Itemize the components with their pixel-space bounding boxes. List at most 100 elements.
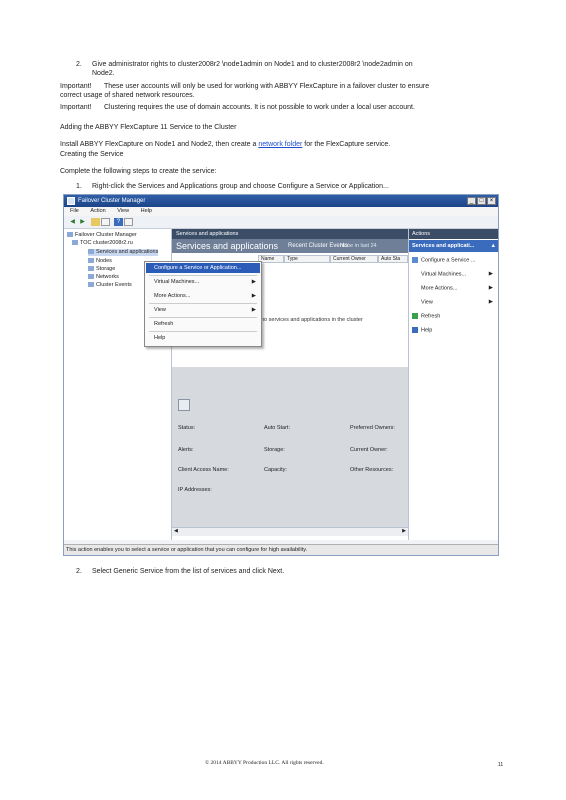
action-configure-service[interactable]: Configure a Service ...: [412, 257, 475, 264]
forward-icon[interactable]: ▶: [78, 218, 87, 226]
app-icon: [67, 197, 75, 205]
ctx-separator: [149, 275, 257, 276]
submenu-arrow-icon: ▶: [488, 285, 493, 291]
list-view-icon[interactable]: [101, 218, 110, 226]
tree-item-label: Services and applications: [96, 249, 159, 255]
step2-number: 2.: [76, 61, 82, 68]
horizontal-scrollbar[interactable]: ◀ ▶: [172, 527, 408, 536]
action-help[interactable]: Help: [412, 327, 432, 334]
important-text-1: These user accounts will only be used fo…: [104, 83, 430, 90]
tree-cluster-label: TOC cluster2008r2.ru: [80, 240, 133, 246]
context-menu: Configure a Service or Application... Vi…: [144, 261, 262, 347]
ctx-configure-service[interactable]: Configure a Service or Application...: [146, 263, 260, 273]
install-text-post: for the FlexCapture service.: [304, 141, 391, 148]
tree-root[interactable]: Failover Cluster Manager: [67, 232, 137, 239]
cluster-icon: [72, 240, 78, 246]
actions-pane: Actions Services and applicati... ▲ Confi…: [409, 229, 498, 540]
nodes-icon: [88, 258, 94, 264]
submenu-arrow-icon: ▶: [251, 293, 256, 299]
scroll-right-icon[interactable]: ▶: [402, 528, 406, 534]
step1-text: Right-click the Services and Application…: [92, 183, 389, 190]
tree-item-label: Cluster Events: [96, 282, 132, 288]
recent-events-none: None in last 24: [340, 243, 377, 249]
tree-item-services-and-applications[interactable]: Services and applications: [88, 249, 159, 256]
copyright-footer: © 2014 ABBYY Production LLC. All rights …: [205, 760, 324, 766]
action-virtual-machines[interactable]: Virtual Machines... ▶: [412, 271, 497, 278]
storage-icon: [88, 266, 94, 272]
window-title-bar: Failover Cluster Manager _ □ ×: [64, 195, 498, 207]
tree-item-storage[interactable]: Storage: [88, 266, 115, 273]
tree-item-networks[interactable]: Networks: [88, 274, 119, 281]
ctx-help[interactable]: Help: [146, 333, 260, 343]
detail-status: Status:: [178, 425, 196, 431]
action-label: Configure a Service ...: [421, 257, 476, 264]
detail-alerts: Alerts:: [178, 447, 194, 453]
blank-icon: [412, 285, 418, 291]
menu-help[interactable]: Help: [141, 208, 152, 214]
actions-subheader[interactable]: Services and applicati... ▲: [409, 240, 498, 252]
important-label-2: Important!: [60, 104, 92, 111]
ctx-label: More Actions...: [154, 293, 191, 299]
maximize-button[interactable]: □: [477, 197, 486, 205]
ctx-more-actions[interactable]: More Actions... ▶: [146, 291, 260, 301]
window-title: Failover Cluster Manager: [78, 198, 146, 204]
column-current-owner[interactable]: Current Owner: [330, 255, 378, 263]
install-text-pre: Install ABBYY FlexCapture on Node1 and N…: [60, 141, 257, 148]
empty-list-message: no services and applications in the clus…: [261, 317, 363, 323]
menu-view[interactable]: View: [117, 208, 129, 214]
network-folder-link[interactable]: network folder: [258, 141, 302, 148]
service-icon: [178, 399, 190, 411]
detail-other-resources: Other Resources:: [350, 467, 394, 473]
tree-item-nodes[interactable]: Nodes: [88, 258, 112, 265]
close-button[interactable]: ×: [487, 197, 496, 205]
page-number: 11: [498, 762, 504, 768]
ctx-refresh[interactable]: Refresh: [146, 319, 260, 329]
properties-icon[interactable]: [124, 218, 133, 226]
action-label: Refresh: [421, 313, 441, 320]
ctx-view[interactable]: View ▶: [146, 305, 260, 315]
ctx-separator: [149, 331, 257, 332]
back-icon[interactable]: ◀: [68, 218, 77, 226]
column-type[interactable]: Type: [284, 255, 330, 263]
toolbar: ◀ ▶ ?: [64, 216, 498, 229]
step2b-text: Select Generic Service from the list of …: [92, 568, 285, 575]
collapse-icon[interactable]: ▲: [491, 240, 496, 252]
tree-cluster[interactable]: TOC cluster2008r2.ru: [72, 240, 133, 247]
submenu-arrow-icon: ▶: [251, 307, 256, 313]
actions-subheader-label: Services and applicati...: [412, 243, 475, 249]
complete-steps-text: Complete the following steps to create t…: [60, 168, 217, 175]
action-more-actions[interactable]: More Actions... ▶: [412, 285, 497, 292]
help-icon[interactable]: ?: [114, 218, 123, 226]
column-auto-start[interactable]: Auto Sta: [378, 255, 408, 263]
tree-item-cluster-events[interactable]: Cluster Events: [88, 282, 132, 289]
center-header: Services and applications: [172, 229, 408, 239]
ctx-label: Virtual Machines...: [154, 279, 200, 285]
menu-file[interactable]: File: [70, 208, 79, 214]
folder-icon[interactable]: [91, 218, 100, 226]
action-refresh[interactable]: Refresh: [412, 313, 440, 320]
minimize-button[interactable]: _: [467, 197, 476, 205]
step2b-number: 2.: [76, 568, 82, 575]
ctx-virtual-machines[interactable]: Virtual Machines... ▶: [146, 277, 260, 287]
detail-capacity: Capacity:: [264, 467, 287, 473]
step2-text: Give administrator rights to cluster2008…: [92, 61, 413, 68]
scroll-left-icon[interactable]: ◀: [174, 528, 178, 534]
important-text-1-cont: correct usage of shared network resource…: [60, 92, 195, 99]
section-heading: Adding the ABBYY FlexCapture 11 Service …: [60, 124, 237, 131]
menu-action[interactable]: Action: [90, 208, 105, 214]
tree-item-label: Storage: [96, 266, 116, 272]
tree-item-label: Networks: [96, 274, 119, 280]
action-view[interactable]: View ▶: [412, 299, 497, 306]
creating-service-heading: Creating the Service: [60, 151, 124, 158]
action-label: More Actions...: [421, 285, 458, 292]
blank-icon: [412, 271, 418, 277]
install-paragraph: Install ABBYY FlexCapture on Node1 and N…: [60, 140, 390, 149]
detail-current-owner: Current Owner:: [350, 447, 388, 453]
blank-icon: [412, 299, 418, 305]
details-pane: Status: Auto Start: Preferred Owners: Al…: [172, 367, 408, 527]
menu-bar: File Action View Help: [64, 207, 498, 216]
help-icon: [412, 327, 418, 333]
networks-icon: [88, 274, 94, 280]
step2-text-cont: Node2.: [92, 70, 115, 77]
tree-root-label: Failover Cluster Manager: [75, 232, 137, 238]
